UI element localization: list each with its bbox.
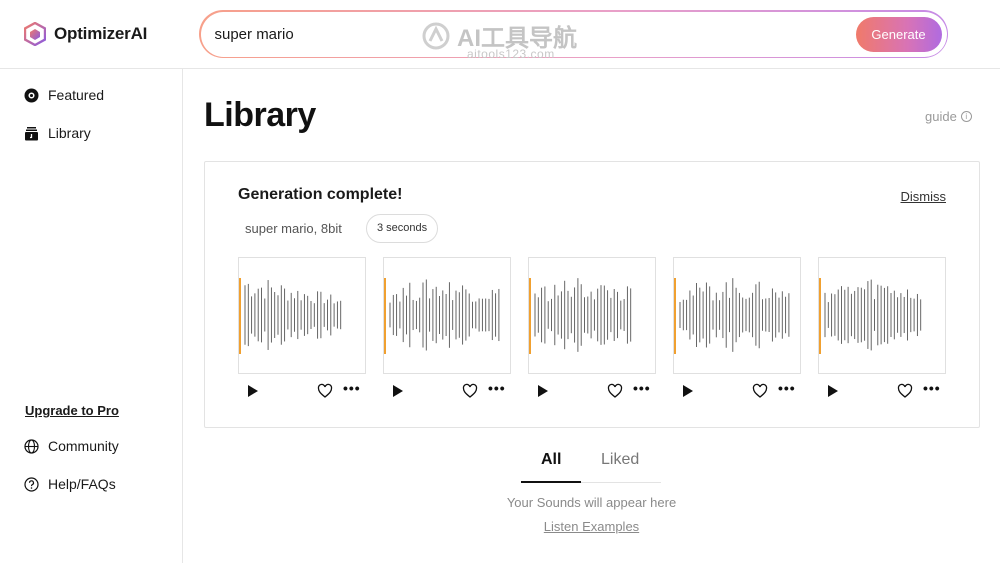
library-icon: [25, 126, 38, 140]
dismiss-button[interactable]: Dismiss: [901, 189, 947, 204]
more-options-icon[interactable]: •••: [923, 381, 941, 395]
tab-liked[interactable]: Liked: [601, 451, 639, 469]
guide-link[interactable]: guide i: [925, 109, 972, 124]
help-icon: [24, 476, 39, 492]
generation-panel: Generation complete! Dismiss super mario…: [204, 161, 980, 428]
waveform-preview[interactable]: [673, 257, 801, 374]
waveform-preview[interactable]: [383, 257, 511, 374]
sidebar-item-featured[interactable]: Featured: [24, 87, 104, 103]
generate-button[interactable]: Generate: [855, 16, 942, 52]
heart-icon[interactable]: [462, 383, 478, 399]
sound-card[interactable]: •••: [528, 257, 656, 404]
library-tabs: All Liked: [521, 447, 661, 483]
listen-examples-link[interactable]: Listen Examples: [0, 519, 1000, 534]
sidebar-item-label: Featured: [48, 87, 105, 103]
more-options-icon[interactable]: •••: [343, 381, 361, 395]
generation-prompt: super mario, 8bit: [245, 221, 342, 236]
search-input[interactable]: [214, 11, 835, 57]
more-options-icon[interactable]: •••: [633, 381, 651, 395]
heart-icon[interactable]: [607, 383, 623, 399]
sound-card[interactable]: •••: [238, 257, 366, 404]
waveform-preview[interactable]: [528, 257, 656, 374]
sidebar-item-library[interactable]: Library: [24, 125, 91, 141]
sidebar: Featured Library Upgrade to Pro Communit…: [0, 69, 183, 563]
sound-card[interactable]: •••: [383, 257, 511, 404]
active-tab-indicator: [521, 481, 581, 483]
app-logo[interactable]: OptimizerAI: [24, 22, 147, 46]
heart-icon[interactable]: [752, 383, 768, 399]
play-icon[interactable]: [683, 385, 693, 397]
waveform-preview[interactable]: [818, 257, 946, 374]
play-icon[interactable]: [828, 385, 838, 397]
tab-divider: [581, 482, 661, 483]
sidebar-item-label: Library: [48, 125, 91, 141]
tab-all[interactable]: All: [541, 451, 561, 469]
globe-icon: [24, 438, 39, 454]
play-icon[interactable]: [538, 385, 548, 397]
empty-state-text: Your Sounds will appear here: [506, 495, 677, 510]
logo-icon: [24, 22, 46, 46]
sidebar-item-help[interactable]: Help/FAQs: [24, 476, 116, 492]
play-icon[interactable]: [393, 385, 403, 397]
more-options-icon[interactable]: •••: [778, 381, 796, 395]
more-options-icon[interactable]: •••: [488, 381, 506, 395]
duration-badge: 3 seconds: [366, 214, 439, 243]
sidebar-item-label: Help/FAQs: [48, 476, 116, 492]
app-name: OptimizerAI: [54, 24, 148, 43]
sound-card[interactable]: •••: [818, 257, 946, 404]
heart-icon[interactable]: [897, 383, 913, 399]
page-title: Library: [204, 96, 316, 134]
waveform-preview[interactable]: [238, 257, 366, 374]
sound-card[interactable]: •••: [673, 257, 801, 404]
search-bar: Generate: [199, 10, 948, 58]
upgrade-link[interactable]: Upgrade to Pro: [25, 403, 119, 418]
sidebar-item-label: Community: [48, 438, 119, 454]
top-header: OptimizerAI Generate AI工具导航 aitools123.c…: [0, 0, 1000, 69]
featured-icon: [24, 88, 39, 102]
generation-title: Generation complete!: [238, 186, 403, 203]
info-icon: i: [960, 111, 972, 122]
sidebar-item-community[interactable]: Community: [24, 438, 119, 454]
heart-icon[interactable]: [317, 383, 333, 399]
guide-label: guide: [925, 109, 957, 124]
play-icon[interactable]: [248, 385, 258, 397]
